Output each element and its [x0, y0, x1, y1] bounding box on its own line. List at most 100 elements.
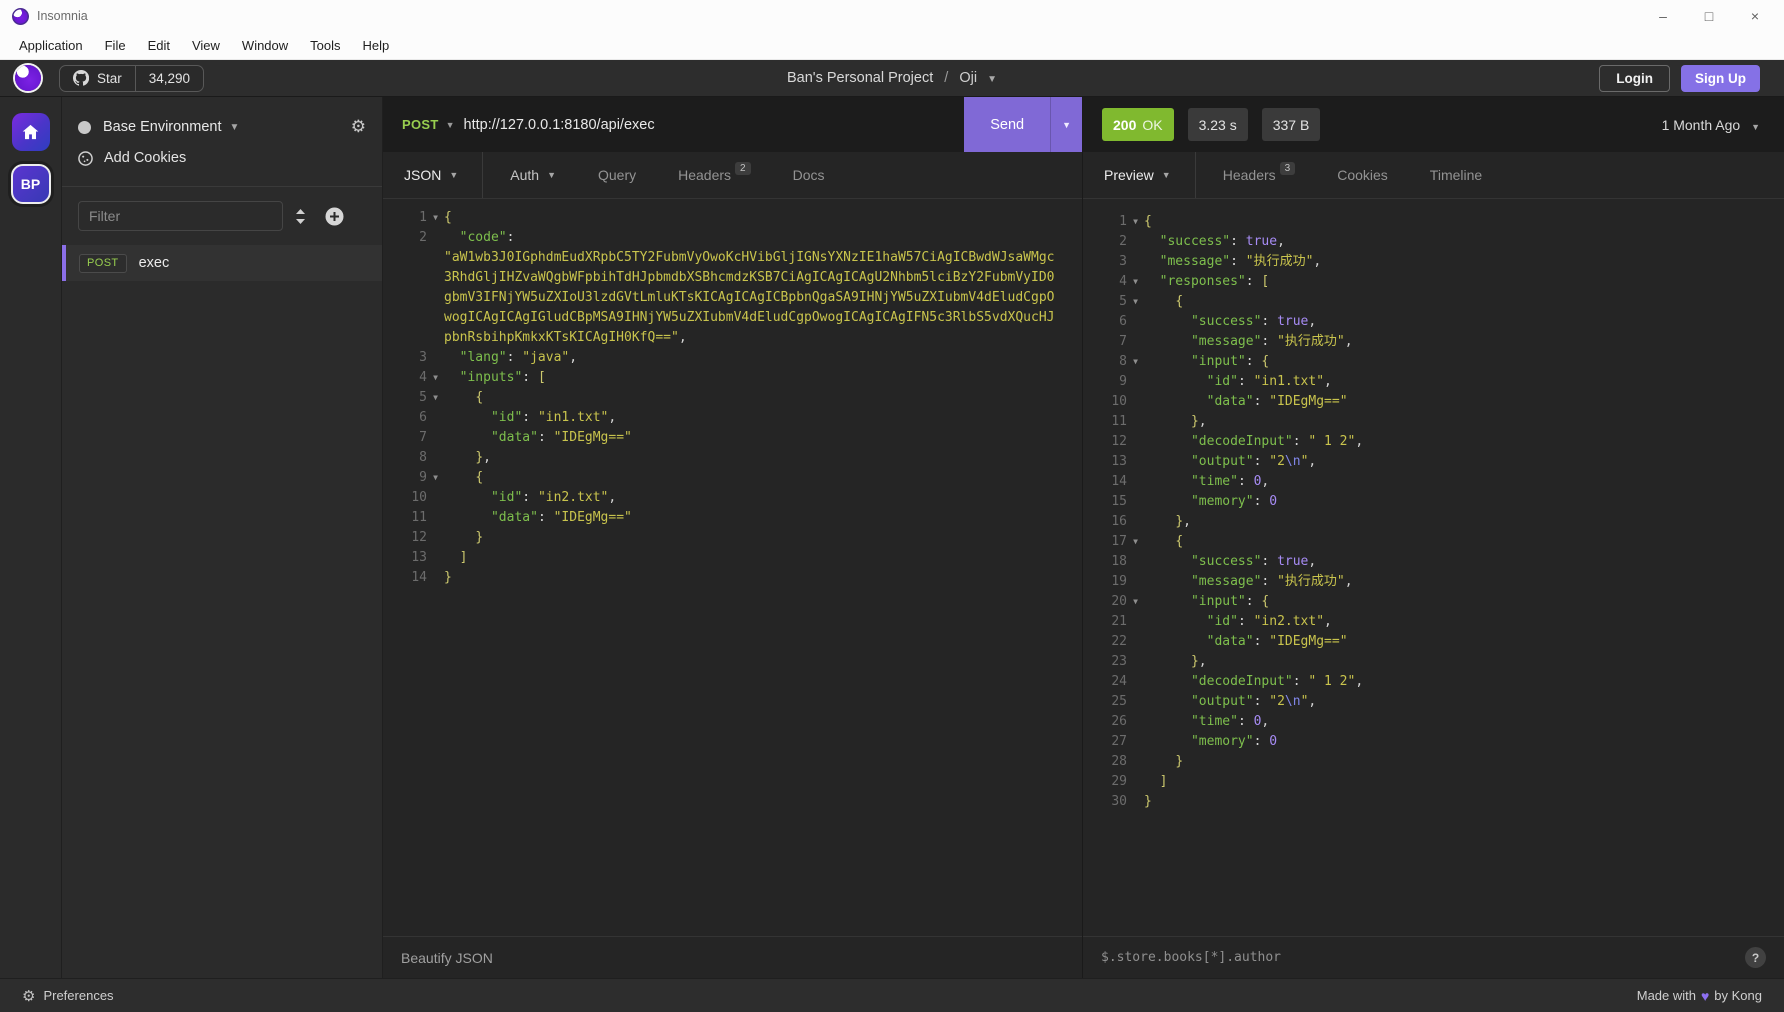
github-star-widget[interactable]: Star 34,290 [59, 64, 205, 92]
maximize-button[interactable]: □ [1686, 0, 1732, 32]
made-with-kong: Made with ♥ by Kong [1636, 987, 1762, 1004]
method-dropdown-icon[interactable]: ▼ [446, 120, 455, 130]
github-star-button[interactable]: Star [60, 66, 135, 91]
home-button[interactable] [11, 113, 50, 151]
code-line: 10 "id": "in2.txt", [383, 488, 1082, 508]
tab-cookies[interactable]: Cookies [1316, 152, 1409, 198]
add-cookies-button[interactable]: Add Cookies [62, 142, 382, 174]
response-headers-count-badge: 3 [1279, 161, 1296, 175]
send-options-icon[interactable]: ▼ [1050, 97, 1082, 152]
beautify-json-button[interactable]: Beautify JSON [401, 950, 493, 966]
code-line: 7 "message": "执行成功", [1083, 332, 1784, 352]
request-method-tag: POST [79, 253, 127, 273]
menu-help[interactable]: Help [352, 38, 401, 53]
code-line: 9 ▼ { [383, 468, 1082, 488]
signup-button[interactable]: Sign Up [1681, 64, 1760, 92]
environment-selector[interactable]: Base Environment ▼ ⚙ [62, 112, 382, 142]
fold-toggle-icon[interactable]: ▼ [427, 368, 444, 388]
environment-settings-gear-icon[interactable]: ⚙ [351, 117, 366, 137]
code-line: 20 ▼ "input": { [1083, 592, 1784, 612]
sidebar-divider [62, 186, 382, 187]
github-star-count[interactable]: 34,290 [134, 65, 203, 91]
menu-tools[interactable]: Tools [299, 38, 351, 53]
plus-circle-icon [325, 207, 343, 225]
tab-response-headers[interactable]: Headers 3 [1202, 152, 1316, 198]
send-button[interactable]: Send [964, 97, 1050, 152]
url-field[interactable]: POST ▼ http://127.0.0.1:8180/api/exec [383, 97, 964, 152]
code-line: 19 "message": "执行成功", [1083, 572, 1784, 592]
fold-toggle-icon[interactable]: ▼ [1127, 352, 1144, 372]
response-history-dropdown[interactable]: 1 Month Ago ▼ [1662, 117, 1784, 133]
fold-toggle-icon[interactable]: ▼ [1127, 212, 1144, 232]
tab-auth[interactable]: Auth ▼ [489, 152, 577, 198]
sort-button[interactable] [283, 208, 317, 224]
request-name: exec [138, 255, 170, 271]
tab-docs[interactable]: Docs [772, 152, 846, 198]
cookie-icon [78, 150, 93, 166]
filter-help-icon[interactable]: ? [1745, 947, 1766, 968]
response-pane: 200 OK 3.23 s 337 B 1 Month Ago ▼ Previe… [1083, 97, 1784, 978]
tab-query[interactable]: Query [577, 152, 657, 198]
code-line: 1 ▼{ [1083, 212, 1784, 232]
avatar[interactable]: BP [10, 164, 51, 204]
sidebar: Base Environment ▼ ⚙ Add Cookies Filter … [62, 97, 383, 978]
workspace-dropdown-icon[interactable]: ▼ [987, 74, 997, 85]
fold-toggle-icon[interactable]: ▼ [1127, 592, 1144, 612]
jsonpath-filter-input[interactable] [1101, 950, 1745, 965]
request-bottom-bar: Beautify JSON [383, 936, 1082, 978]
menu-edit[interactable]: Edit [137, 38, 181, 53]
send-split-button: Send ▼ [964, 97, 1082, 152]
fold-toggle-icon[interactable]: ▼ [1127, 532, 1144, 552]
headers-count-badge: 2 [735, 161, 751, 175]
request-body-editor[interactable]: 1 ▼{2 "code": "aW1wb3J0IGphdmEudXRpbC5TY2F… [383, 199, 1082, 936]
code-line: 8 }, [383, 448, 1082, 468]
code-line: 10 "data": "IDEgMg==" [1083, 392, 1784, 412]
request-tab-bar: JSON ▼ Auth ▼ Query Headers 2 Docs [383, 152, 1082, 199]
response-status-bar: 200 OK 3.23 s 337 B 1 Month Ago ▼ [1083, 97, 1784, 152]
add-request-button[interactable] [317, 207, 351, 226]
status-badge: 200 OK [1102, 108, 1174, 141]
filter-input[interactable] [78, 201, 283, 231]
fold-toggle-icon[interactable]: ▼ [427, 208, 444, 228]
fold-toggle-icon[interactable]: ▼ [1127, 292, 1144, 312]
code-line: 14 "time": 0, [1083, 472, 1784, 492]
minimize-button[interactable]: – [1640, 0, 1686, 32]
code-line: 7 "data": "IDEgMg==" [383, 428, 1082, 448]
menu-view[interactable]: View [181, 38, 231, 53]
tab-preview[interactable]: Preview ▼ [1083, 152, 1196, 198]
gear-icon: ⚙ [22, 987, 36, 1005]
sidebar-request-exec[interactable]: POST exec [62, 245, 382, 281]
code-line: 29 ] [1083, 772, 1784, 792]
code-line: 26 "time": 0, [1083, 712, 1784, 732]
body-type-dropdown-icon: ▼ [449, 170, 459, 180]
tab-headers[interactable]: Headers 2 [657, 152, 771, 198]
tab-timeline[interactable]: Timeline [1409, 152, 1503, 198]
code-line: 22 "data": "IDEgMg==" [1083, 632, 1784, 652]
project-name[interactable]: Ban's Personal Project [787, 70, 933, 86]
insomnia-logo-icon [12, 7, 29, 25]
menu-application[interactable]: Application [8, 38, 94, 53]
preferences-button[interactable]: ⚙ Preferences [22, 987, 114, 1005]
fold-toggle-icon[interactable]: ▼ [427, 468, 444, 488]
code-line: 27 "memory": 0 [1083, 732, 1784, 752]
menu-window[interactable]: Window [231, 38, 299, 53]
code-line: 12 } [383, 528, 1082, 548]
response-preview-editor[interactable]: 1 ▼{2 "success": true, 3 "message": "执行成功"… [1083, 199, 1784, 936]
method-label[interactable]: POST [402, 117, 439, 132]
menu-file[interactable]: File [94, 38, 137, 53]
workspace-name[interactable]: Oji [959, 70, 977, 86]
fold-toggle-icon[interactable]: ▼ [1127, 272, 1144, 292]
request-url[interactable]: http://127.0.0.1:8180/api/exec [464, 117, 655, 133]
fold-toggle-icon[interactable]: ▼ [427, 388, 444, 408]
code-line: 12 "decodeInput": " 1 2", [1083, 432, 1784, 452]
tab-body-json[interactable]: JSON ▼ [383, 152, 484, 198]
close-button[interactable]: × [1732, 0, 1778, 32]
login-button[interactable]: Login [1599, 64, 1670, 92]
